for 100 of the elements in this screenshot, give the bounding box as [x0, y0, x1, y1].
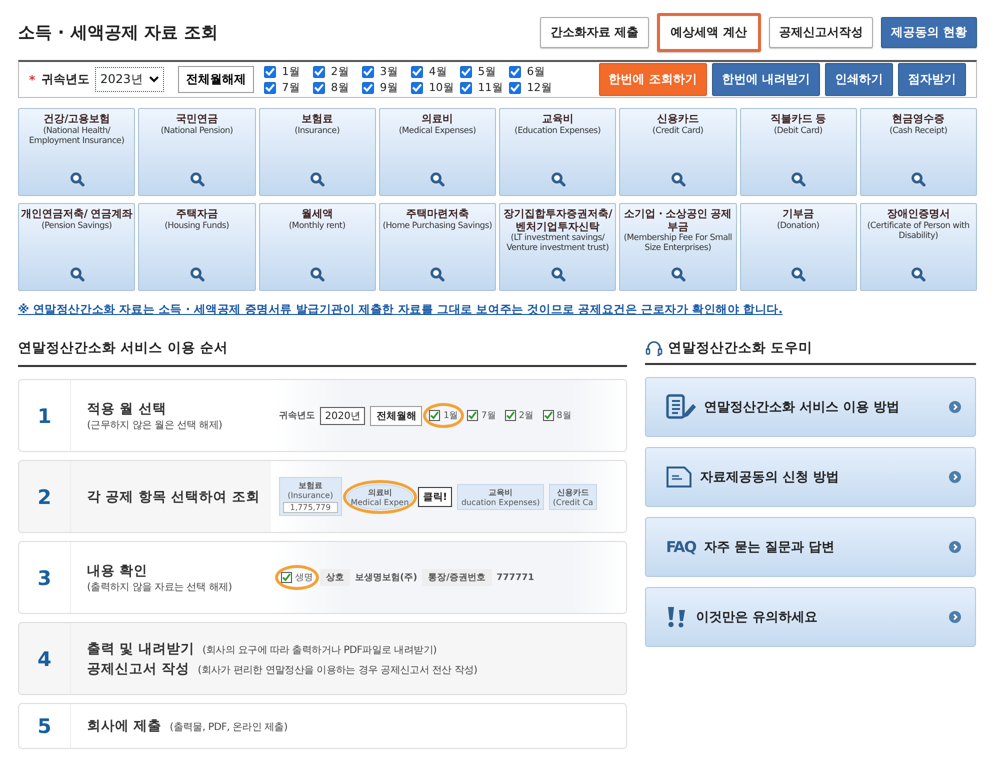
- category-subtitle: (Certificate of Person with Disability): [866, 220, 970, 241]
- required-mark: *: [29, 72, 36, 86]
- month-label: 11월: [478, 80, 503, 95]
- category-subtitle: (Credit Card): [652, 126, 704, 136]
- month-checkbox[interactable]: [460, 66, 472, 78]
- search-icon: [791, 267, 806, 282]
- month-label: 2월: [330, 64, 349, 79]
- category-tile[interactable]: 주택마련저축 (Home Purchasing Savings): [378, 203, 496, 291]
- month-checkbox[interactable]: [264, 82, 276, 94]
- help-button[interactable]: 자료제공동의 신청 방법: [645, 447, 976, 507]
- faq-label: FAQ: [666, 538, 696, 556]
- column-header: 통장/증권번호: [422, 569, 492, 586]
- category-tile[interactable]: 보험료 (Insurance): [258, 108, 376, 196]
- category-subtitle: (Housing Funds): [164, 220, 230, 231]
- month-label: 10월: [428, 80, 454, 95]
- checkbox-icon: [429, 410, 440, 421]
- month-checkbox[interactable]: [410, 82, 423, 94]
- help-button[interactable]: 이것만은 유의하세요: [645, 587, 976, 647]
- help-label: 자료제공동의 신청 방법: [700, 469, 840, 486]
- action-button[interactable]: 인쇄하기: [825, 63, 893, 96]
- checkbox-label: 생명: [295, 572, 313, 584]
- checkbox-label: 8월: [556, 410, 572, 422]
- category-title: 보험료: [301, 113, 333, 126]
- step-note: (출력하지 않을 자료는 선택 해제): [87, 580, 233, 594]
- category-title: 소기업 · 소상공인 공제부금: [623, 208, 733, 234]
- checkbox-label: 1월: [443, 410, 458, 422]
- category-tile[interactable]: 기부금 (Donation): [740, 203, 857, 291]
- category-tile[interactable]: 신용카드 (Credit Card): [619, 108, 736, 196]
- checkbox-icon: [281, 572, 292, 583]
- notice-link[interactable]: ※ 연말정산간소화 자료는 소득 · 세액공제 증명서류 발급기관이 제출한 자료를 그대로 보여주는 것이므로 공제요건은 근로자가 확인해야 합니다.: [18, 302, 977, 317]
- step-title: 각 공제 항목 선택하여 조회: [87, 488, 261, 506]
- search-icon: [550, 172, 566, 187]
- memo-icon: [666, 466, 692, 488]
- help-button[interactable]: 연말정산간소화 서비스 이용 방법: [645, 377, 976, 437]
- step-number: 4: [19, 623, 71, 694]
- category-subtitle: (Education Expenses): [514, 126, 601, 136]
- month-label: 9월: [380, 80, 398, 95]
- top-button[interactable]: 예상세액 계산: [656, 12, 761, 52]
- tile-subtitle: ducation Expenses): [461, 498, 540, 506]
- check-icon: [362, 83, 373, 92]
- category-tile[interactable]: 교육비 (Education Expenses): [499, 108, 616, 196]
- category-subtitle: (National Pension): [160, 126, 233, 136]
- month-label: 7월: [282, 80, 300, 95]
- document-pencil-icon: [666, 394, 696, 420]
- search-icon: [310, 172, 326, 187]
- action-button[interactable]: 점자받기: [898, 63, 966, 96]
- tile-title: 의료비: [368, 486, 392, 498]
- tile-subtitle: (Insurance): [288, 491, 334, 500]
- category-tile[interactable]: 건강/고용보험 (National Health/ Employment Insurance): [18, 108, 136, 196]
- category-title: 직불카드 등: [770, 113, 826, 126]
- month-checkbox[interactable]: [508, 66, 521, 78]
- category-tile[interactable]: 주택자금 (Housing Funds): [138, 203, 256, 291]
- category-tile[interactable]: 개인연금저축/ 연금계좌 (Pension Savings): [18, 203, 136, 291]
- step-title: 회사에 제출: [87, 717, 162, 735]
- help-button[interactable]: FAQ 자주 묻는 질문과 답변: [645, 517, 976, 577]
- category-tile[interactable]: 의료비 (Medical Expenses): [378, 108, 496, 196]
- category-tile[interactable]: 장기집합투자증권저축/ 벤처기업투자신탁 (LT investment savings/ Venture investment trust): [499, 203, 616, 291]
- search-icon: [550, 267, 566, 282]
- checkbox-label: 7월: [481, 410, 496, 422]
- top-button[interactable]: 제공동의 현황: [880, 16, 977, 48]
- step-number: 5: [19, 704, 71, 748]
- month-label: 4월: [428, 64, 447, 79]
- top-button[interactable]: 간소화자료 제출: [540, 16, 649, 48]
- checkbox-icon: [542, 410, 554, 421]
- category-title: 주택자금: [176, 208, 218, 221]
- month-label: 3월: [380, 64, 398, 79]
- top-button[interactable]: 공제신고서작성: [768, 16, 873, 48]
- check-icon: [362, 67, 373, 76]
- month-checkbox[interactable]: [460, 82, 472, 94]
- category-tile[interactable]: 직불카드 등 (Debit Card): [740, 108, 857, 196]
- search-icon: [670, 172, 686, 187]
- search-icon: [70, 172, 85, 187]
- check-icon: [510, 67, 520, 76]
- category-title: 교육비: [542, 113, 574, 126]
- month-checkbox[interactable]: [410, 66, 423, 78]
- clear-months-button[interactable]: 전체월해제: [178, 66, 254, 93]
- category-tile[interactable]: 장애인증명서 (Certificate of Person with Disability): [860, 203, 977, 291]
- category-title: 장애인증명서: [886, 208, 950, 221]
- action-button[interactable]: 한번에 내려받기: [712, 63, 820, 96]
- tile-subtitle: Medical Expen: [350, 498, 409, 506]
- category-tile[interactable]: 월세액 (Monthly rent): [258, 203, 376, 291]
- illustration-text: 777771: [496, 572, 534, 582]
- category-title: 개인연금저축/ 연금계좌: [20, 208, 132, 221]
- step-number: 2: [19, 461, 71, 532]
- category-title: 의료비: [422, 113, 454, 126]
- category-tile[interactable]: 현금영수증 (Cash Receipt): [860, 108, 977, 196]
- search-icon: [670, 267, 686, 282]
- year-select[interactable]: 2023년: [95, 67, 164, 92]
- category-tile[interactable]: 국민연금 (National Pension): [138, 108, 256, 196]
- month-checkbox[interactable]: [362, 66, 374, 78]
- month-checkbox[interactable]: [264, 66, 276, 78]
- month-checkbox[interactable]: [312, 82, 325, 94]
- category-tile[interactable]: 소기업 · 소상공인 공제부금 (Membership Fee For Small Size Enterprises): [619, 203, 736, 291]
- month-checkbox[interactable]: [312, 66, 325, 78]
- category-subtitle: (Donation): [776, 220, 820, 231]
- amount-field: 1,775,779: [283, 502, 338, 513]
- search-icon: [791, 172, 806, 187]
- column-header: 상호: [320, 569, 350, 586]
- month-checkbox[interactable]: [508, 82, 521, 94]
- month-checkbox[interactable]: [362, 82, 374, 94]
